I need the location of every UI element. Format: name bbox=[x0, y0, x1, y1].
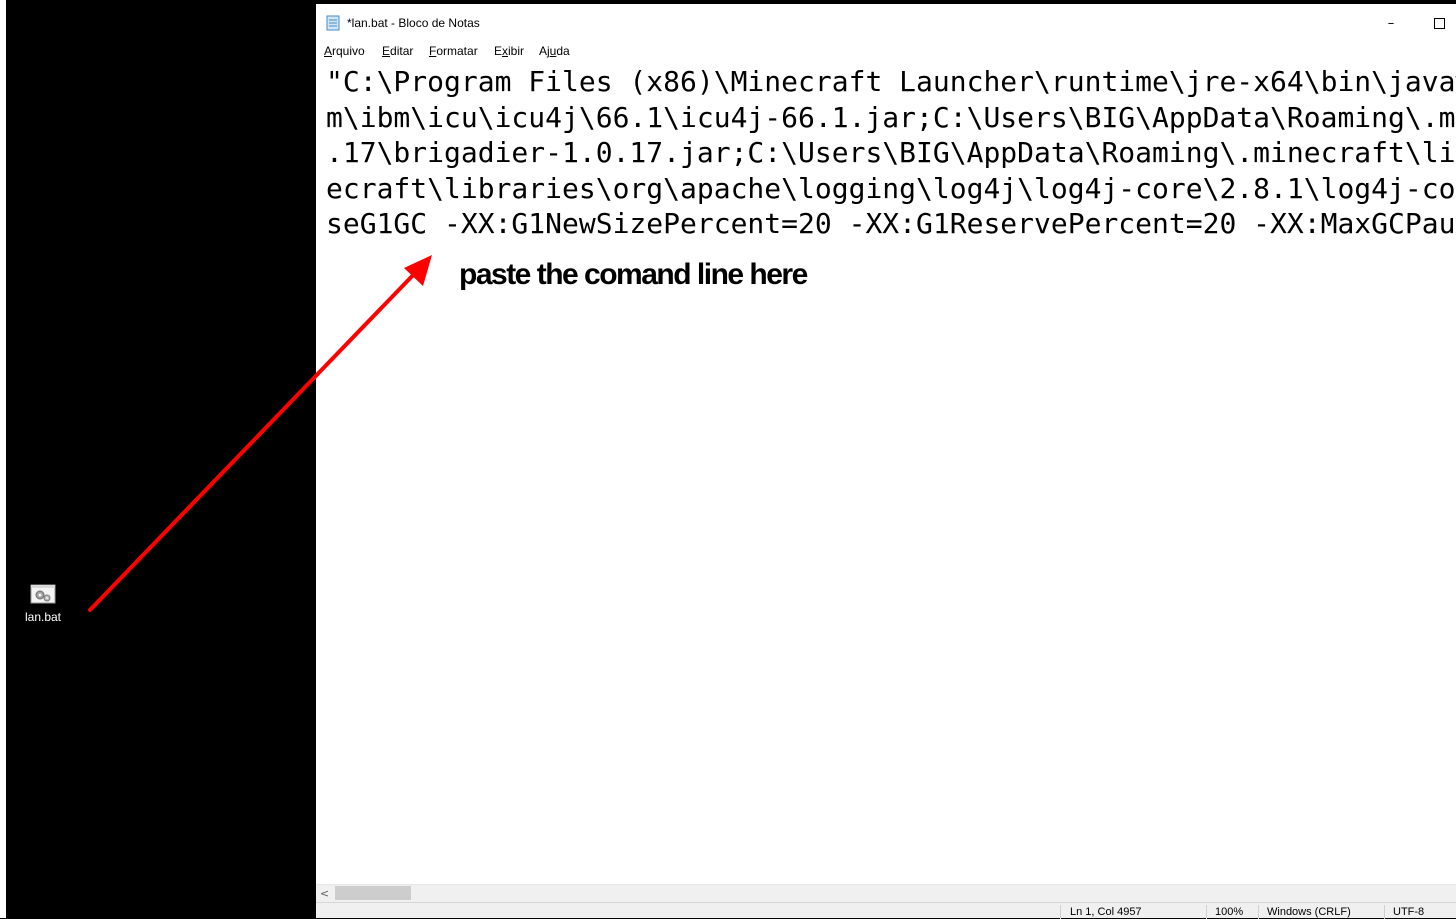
editor-line: m\ibm\icu\icu4j\66.1\icu4j-66.1.jar;C:\U… bbox=[326, 101, 1456, 134]
notepad-window: *lan.bat - Bloco de Notas – Arquivo Edit… bbox=[316, 0, 1456, 918]
editor-line: .17\brigadier-1.0.17.jar;C:\Users\BIG\Ap… bbox=[326, 136, 1456, 169]
desktop-file-lan-bat[interactable]: lan.bat bbox=[14, 584, 72, 624]
desktop: lan.bat bbox=[0, 0, 316, 918]
window-title: *lan.bat - Bloco de Notas bbox=[347, 16, 480, 30]
status-divider bbox=[1206, 905, 1207, 919]
editor-line: seG1GC -XX:G1NewSizePercent=20 -XX:G1Res… bbox=[326, 207, 1456, 240]
status-line-ending: Windows (CRLF) bbox=[1267, 906, 1351, 918]
menu-ajuda[interactable]: Ajuda bbox=[539, 44, 570, 58]
status-cursor-position: Ln 1, Col 4957 bbox=[1070, 906, 1142, 918]
scroll-left-button[interactable]: < bbox=[316, 885, 333, 902]
menu-bar: Arquivo Editar Formatar Exibir Ajuda bbox=[316, 40, 1456, 62]
text-editor-area[interactable]: "C:\Program Files (x86)\Minecraft Launch… bbox=[316, 62, 1456, 889]
title-bar[interactable]: *lan.bat - Bloco de Notas – bbox=[316, 8, 1456, 40]
annotation-label: paste the comand line here bbox=[458, 257, 809, 292]
desktop-file-label: lan.bat bbox=[24, 610, 62, 624]
status-divider bbox=[1384, 905, 1385, 919]
batch-file-gears-icon bbox=[30, 584, 56, 604]
status-divider bbox=[1060, 905, 1061, 919]
menu-formatar[interactable]: Formatar bbox=[429, 44, 478, 58]
screen-edge bbox=[0, 0, 6, 918]
scroll-thumb[interactable] bbox=[335, 886, 411, 900]
minimize-icon: – bbox=[1387, 16, 1395, 31]
status-divider bbox=[1258, 905, 1259, 919]
status-encoding: UTF-8 bbox=[1393, 906, 1425, 918]
status-zoom: 100% bbox=[1215, 906, 1244, 918]
minimize-button[interactable]: – bbox=[1368, 8, 1414, 40]
status-bar: Ln 1, Col 4957 100% Windows (CRLF) UTF-8 bbox=[316, 902, 1456, 919]
editor-line: "C:\Program Files (x86)\Minecraft Launch… bbox=[326, 65, 1456, 98]
maximize-button[interactable] bbox=[1416, 8, 1456, 40]
menu-arquivo[interactable]: Arquivo bbox=[324, 44, 365, 58]
menu-editar[interactable]: Editar bbox=[382, 44, 413, 58]
maximize-icon bbox=[1433, 18, 1445, 29]
horizontal-scrollbar[interactable]: < bbox=[316, 884, 1456, 902]
notepad-icon bbox=[326, 15, 340, 31]
editor-line: ecraft\libraries\org\apache\logging\log4… bbox=[326, 172, 1456, 205]
menu-exibir[interactable]: Exibir bbox=[494, 44, 524, 58]
